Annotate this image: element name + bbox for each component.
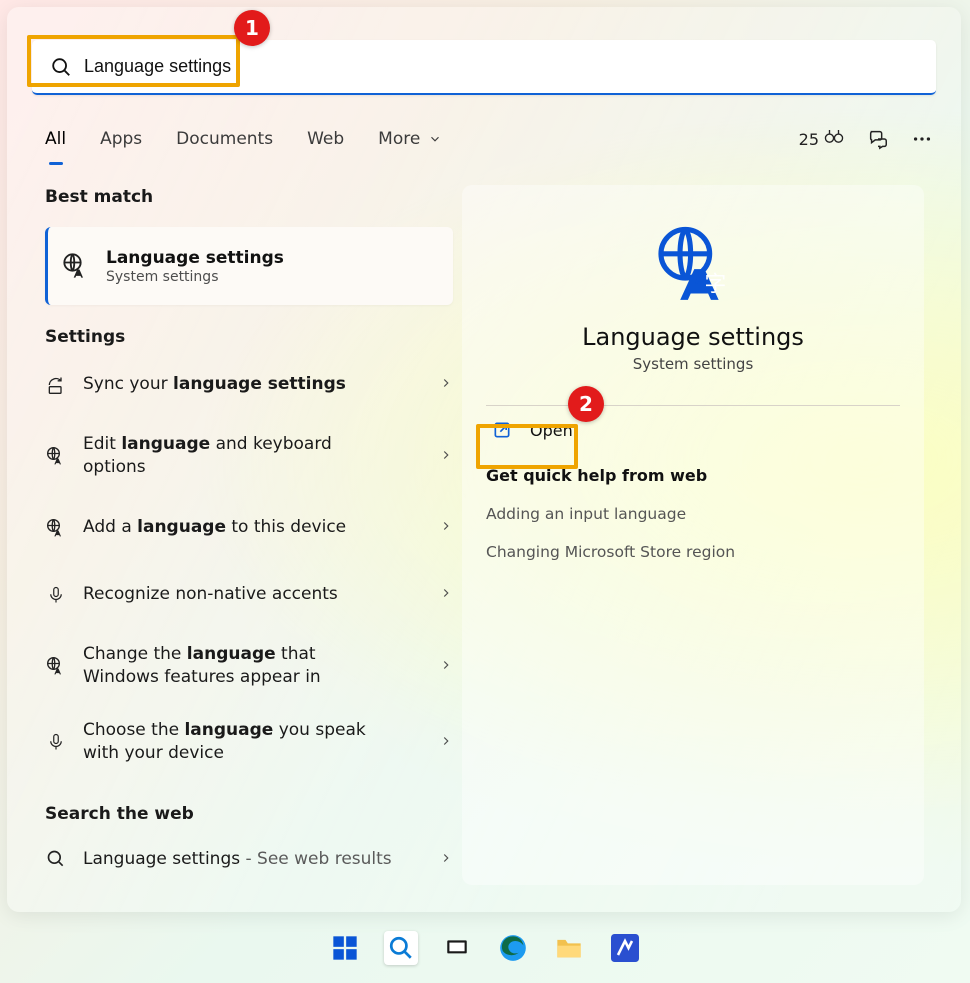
- filter-tabs: All Apps Documents Web More 25: [45, 123, 933, 155]
- open-button[interactable]: Open: [486, 406, 900, 454]
- web-result-row[interactable]: Language settings - See web results: [45, 830, 453, 888]
- settings-result-row[interactable]: Add a language to this device: [45, 498, 453, 557]
- help-link[interactable]: Changing Microsoft Store region: [486, 543, 900, 561]
- svg-text:A: A: [694, 269, 707, 289]
- mic-icon: [45, 584, 67, 606]
- open-external-icon: [492, 420, 512, 440]
- lang-icon: [45, 656, 67, 676]
- settings-result-row[interactable]: Choose the language you speak with your …: [45, 708, 453, 776]
- search-icon: [50, 56, 72, 78]
- help-header: Get quick help from web: [486, 466, 900, 485]
- settings-result-row[interactable]: Sync your language settings: [45, 355, 453, 414]
- search-icon: [388, 935, 414, 961]
- web-result-text: Language settings: [83, 849, 240, 869]
- rewards-points-value: 25: [799, 130, 819, 149]
- tab-apps[interactable]: Apps: [100, 123, 142, 155]
- results-column: Best match Language settings System sett…: [45, 187, 453, 888]
- search-icon: [46, 849, 66, 869]
- task-view[interactable]: [440, 931, 474, 965]
- settings-result-text: Change the language that Windows feature…: [83, 643, 383, 689]
- rewards-points[interactable]: 25: [799, 130, 845, 149]
- chevron-right-icon: [439, 447, 453, 466]
- tab-documents[interactable]: Documents: [176, 123, 273, 155]
- detail-title: Language settings: [486, 323, 900, 351]
- detail-subtitle: System settings: [486, 355, 900, 373]
- search-box[interactable]: [32, 40, 936, 95]
- tab-more[interactable]: More: [378, 123, 442, 155]
- windows-icon: [331, 934, 359, 962]
- best-match-subtitle: System settings: [106, 269, 284, 285]
- taskbar-search[interactable]: [384, 931, 418, 965]
- annotation-badge-2: 2: [568, 386, 604, 422]
- svg-text:字: 字: [705, 271, 727, 296]
- chevron-right-icon: [439, 657, 453, 676]
- detail-hero-icon: 字 A: [486, 223, 900, 305]
- help-link[interactable]: Adding an input language: [486, 505, 900, 523]
- chat-icon[interactable]: [867, 128, 889, 150]
- start-button[interactable]: [328, 931, 362, 965]
- search-input[interactable]: [84, 56, 684, 77]
- language-icon: [62, 252, 90, 280]
- best-match-header: Best match: [45, 187, 453, 207]
- settings-header: Settings: [45, 327, 453, 347]
- open-label: Open: [530, 421, 573, 440]
- chevron-right-icon: [439, 375, 453, 394]
- taskbar: [0, 923, 970, 973]
- web-result-suffix: - See web results: [240, 849, 392, 869]
- sync-icon: [45, 375, 67, 395]
- chevron-down-icon: [428, 132, 442, 146]
- taskbar-app[interactable]: [608, 931, 642, 965]
- settings-result-row[interactable]: Change the language that Windows feature…: [45, 632, 453, 700]
- taskbar-edge[interactable]: [496, 931, 530, 965]
- app-icon: [611, 934, 639, 962]
- task-view-icon: [444, 935, 470, 961]
- settings-result-text: Recognize non-native accents: [83, 583, 338, 606]
- folder-icon: [555, 935, 583, 961]
- best-match-result[interactable]: Language settings System settings: [45, 227, 453, 305]
- settings-result-row[interactable]: Edit language and keyboard options: [45, 422, 453, 490]
- taskbar-explorer[interactable]: [552, 931, 586, 965]
- tab-all[interactable]: All: [45, 123, 66, 155]
- chevron-right-icon: [439, 733, 453, 752]
- chevron-right-icon: [439, 850, 453, 869]
- more-icon[interactable]: [911, 128, 933, 150]
- tab-more-label: More: [378, 129, 420, 149]
- edge-icon: [499, 934, 527, 962]
- settings-result-text: Choose the language you speak with your …: [83, 719, 383, 765]
- tab-web[interactable]: Web: [307, 123, 344, 155]
- best-match-title: Language settings: [106, 248, 284, 268]
- lang-icon: [45, 446, 67, 466]
- settings-result-text: Edit language and keyboard options: [83, 433, 383, 479]
- medal-icon: [823, 130, 845, 148]
- settings-result-text: Add a language to this device: [83, 516, 346, 539]
- search-panel: All Apps Documents Web More 25: [7, 7, 961, 912]
- search-web-header: Search the web: [45, 804, 453, 824]
- lang-icon: [45, 518, 67, 538]
- chevron-right-icon: [439, 585, 453, 604]
- settings-result-text: Sync your language settings: [83, 373, 346, 396]
- annotation-badge-1: 1: [234, 10, 270, 46]
- chevron-right-icon: [439, 518, 453, 537]
- settings-result-row[interactable]: Recognize non-native accents: [45, 565, 453, 624]
- detail-pane: 字 A Language settings System settings Op…: [462, 185, 924, 885]
- mic-icon: [45, 731, 67, 753]
